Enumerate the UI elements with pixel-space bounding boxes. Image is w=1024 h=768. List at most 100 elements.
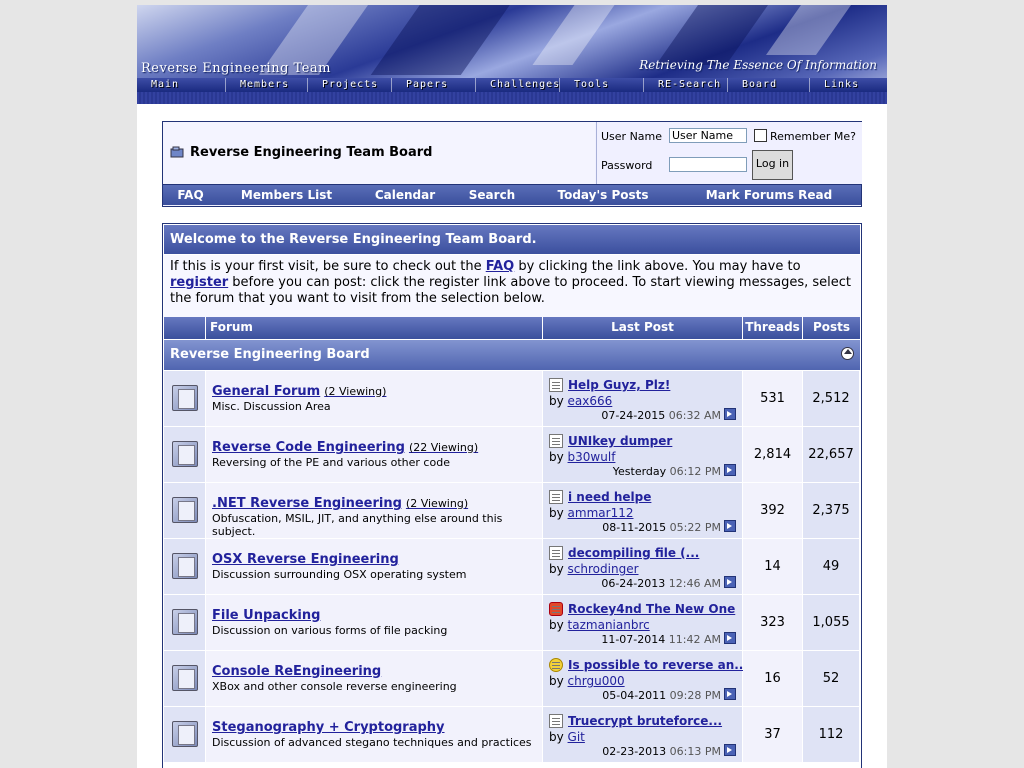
last-post-title[interactable]: decompiling file (... <box>568 546 699 560</box>
banner-graphic <box>765 5 859 55</box>
table-row: .NET Reverse Engineering (2 Viewing) Obfus… <box>164 483 860 539</box>
last-post-author: by eax666 <box>549 394 612 408</box>
go-to-last-post-icon[interactable] <box>724 520 736 532</box>
nav-mark-forums-read[interactable]: Mark Forums Read <box>677 185 861 205</box>
category-title[interactable]: Reverse Engineering Board <box>164 347 370 362</box>
forum-name-link[interactable]: .NET Reverse Engineering (2 Viewing) <box>212 496 468 511</box>
author-link[interactable]: Git <box>568 730 585 744</box>
forum-name-link[interactable]: General Forum (2 Viewing) <box>212 384 386 399</box>
forum-cell: OSX Reverse Engineering Discussion surrou… <box>206 539 543 594</box>
post-time: 09:28 PM <box>669 689 721 702</box>
top-nav-papers[interactable]: Papers <box>391 78 475 92</box>
last-post-cell: UNIkey dumper by b30wulf Yesterday 06:12 P… <box>543 427 743 482</box>
username-input[interactable] <box>669 128 747 143</box>
post-page-icon <box>549 714 563 728</box>
last-post-title[interactable]: i need helpe <box>568 490 651 504</box>
password-input[interactable] <box>669 157 747 172</box>
post-page-icon <box>549 378 563 392</box>
forum-icon-cell <box>164 707 206 762</box>
forum-status-icon <box>172 665 198 691</box>
top-nav-tools[interactable]: Tools <box>559 78 643 92</box>
remember-me-checkbox[interactable] <box>754 129 767 142</box>
last-post-author: by Git <box>549 730 585 744</box>
forum-name[interactable]: Console ReEngineering <box>212 664 381 679</box>
last-post-cell: decompiling file (... by schrodinger 06-24… <box>543 539 743 594</box>
forum-name[interactable]: General Forum <box>212 384 320 399</box>
nav-search[interactable]: Search <box>455 185 529 205</box>
forum-description: Discussion on various forms of file pack… <box>212 624 448 637</box>
forum-name-link[interactable]: OSX Reverse Engineering <box>212 552 403 567</box>
breadcrumb: Reverse Engineering Team Board <box>163 122 595 184</box>
top-nav-challenges[interactable]: Challenges <box>475 78 559 92</box>
go-to-last-post-icon[interactable] <box>724 464 736 476</box>
go-to-last-post-icon[interactable] <box>724 408 736 420</box>
post-time: 12:46 AM <box>668 577 721 590</box>
forum-name[interactable]: OSX Reverse Engineering <box>212 552 399 567</box>
forum-name-link[interactable]: Reverse Code Engineering (22 Viewing) <box>212 440 478 455</box>
author-link[interactable]: b30wulf <box>568 450 616 464</box>
register-link[interactable]: register <box>170 275 228 290</box>
last-post-date: 11-07-2014 11:42 AM <box>601 632 736 646</box>
author-link[interactable]: schrodinger <box>568 562 639 576</box>
forum-name-link[interactable]: Console ReEngineering <box>212 664 385 679</box>
nav-faq[interactable]: FAQ <box>163 185 218 205</box>
login-button[interactable]: Log in <box>752 150 793 180</box>
site-tagline: Retrieving The Essence Of Information <box>639 58 877 72</box>
by-label: by <box>549 506 564 520</box>
go-to-last-post-icon[interactable] <box>724 632 736 644</box>
last-post-title[interactable]: Rockey4nd The New One <box>568 602 735 616</box>
posts-count: 1,055 <box>803 595 860 650</box>
last-post-title[interactable]: Help Guyz, Plz! <box>568 378 670 392</box>
forum-name-link[interactable]: Steganography + Cryptography <box>212 720 449 735</box>
author-link[interactable]: eax666 <box>568 394 613 408</box>
last-post-title[interactable]: Is possible to reverse an... <box>568 658 748 672</box>
board-title[interactable]: Reverse Engineering Team Board <box>190 145 432 160</box>
by-label: by <box>549 394 564 408</box>
go-to-last-post-icon[interactable] <box>724 688 736 700</box>
post-time: 11:42 AM <box>668 633 721 646</box>
forum-name-link[interactable]: File Unpacking <box>212 608 324 623</box>
nav-todays-posts[interactable]: Today's Posts <box>529 185 677 205</box>
top-nav-members[interactable]: Members <box>225 78 307 92</box>
forum-navbar: FAQ Members List Calendar Search Today's… <box>163 184 861 205</box>
nav-calendar[interactable]: Calendar <box>355 185 455 205</box>
table-row: File Unpacking Discussion on various form… <box>164 595 860 651</box>
go-to-last-post-icon[interactable] <box>724 576 736 588</box>
forum-name[interactable]: .NET Reverse Engineering <box>212 496 402 511</box>
forum-name[interactable]: File Unpacking <box>212 608 320 623</box>
site-title: Reverse Engineering Team <box>141 61 331 76</box>
post-time: 06:32 AM <box>668 409 721 422</box>
author-link[interactable]: tazmanianbrc <box>568 618 650 632</box>
last-post-title[interactable]: UNIkey dumper <box>568 434 672 448</box>
posts-count: 112 <box>803 707 860 762</box>
collapse-icon[interactable] <box>841 347 854 360</box>
column-forum: Forum <box>206 317 543 339</box>
top-nav-research[interactable]: RE-Search <box>643 78 727 92</box>
go-to-last-post-icon[interactable] <box>724 744 736 756</box>
author-link[interactable]: ammar112 <box>568 506 634 520</box>
posts-count: 2,512 <box>803 371 860 426</box>
welcome-message: If this is your first visit, be sure to … <box>164 255 860 317</box>
nav-members-list[interactable]: Members List <box>218 185 355 205</box>
forum-cell: File Unpacking Discussion on various form… <box>206 595 543 650</box>
faq-link[interactable]: FAQ <box>486 259 515 274</box>
author-link[interactable]: chrgu000 <box>568 674 625 688</box>
page: Reverse Engineering Team Retrieving The … <box>137 5 887 768</box>
forum-name[interactable]: Steganography + Cryptography <box>212 720 445 735</box>
top-nav: Main Members Projects Papers Challenges … <box>137 78 887 92</box>
top-nav-board[interactable]: Board <box>727 78 809 92</box>
posts-count: 52 <box>803 651 860 706</box>
username-label: User Name <box>601 130 663 143</box>
column-icon <box>164 317 206 339</box>
threads-count: 531 <box>743 371 803 426</box>
top-nav-main[interactable]: Main <box>137 78 225 92</box>
forum-cell: Console ReEngineering XBox and other cons… <box>206 651 543 706</box>
column-last-post: Last Post <box>543 317 743 339</box>
last-post-author: by schrodinger <box>549 562 639 576</box>
category-header: Reverse Engineering Board <box>164 340 860 370</box>
last-post-title[interactable]: Truecrypt bruteforce... <box>568 714 722 728</box>
forum-status-icon <box>172 385 198 411</box>
top-nav-projects[interactable]: Projects <box>307 78 391 92</box>
forum-name[interactable]: Reverse Code Engineering <box>212 440 405 455</box>
top-nav-links[interactable]: Links <box>809 78 887 92</box>
